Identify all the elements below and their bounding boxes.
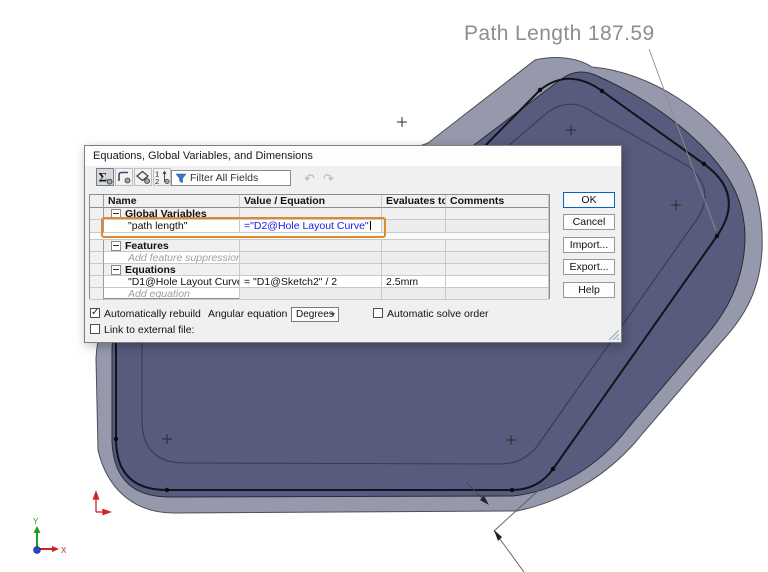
filter-input[interactable] xyxy=(190,172,290,184)
sketch-point[interactable] xyxy=(114,437,118,441)
add-feature-placeholder[interactable]: Add feature suppression xyxy=(104,252,240,264)
export-button[interactable]: Export... xyxy=(563,259,615,275)
evaluates-cell xyxy=(382,220,446,233)
table-row-d1-equation[interactable]: "D1@Hole Layout Curve" = "D1@Sketch2" / … xyxy=(90,276,549,288)
sketch-equation-view-button[interactable] xyxy=(115,168,133,186)
equations-table[interactable]: Name Value / Equation Evaluates to Comme… xyxy=(89,194,550,299)
equation-value-cell[interactable]: = "D1@Sketch2" / 2 xyxy=(240,276,382,288)
sketch-point[interactable] xyxy=(600,89,604,93)
col-header-name[interactable]: Name xyxy=(104,195,240,208)
ok-button[interactable]: OK xyxy=(563,192,615,208)
col-header-value[interactable]: Value / Equation xyxy=(240,195,382,208)
dimension-arrow xyxy=(494,530,502,541)
group-row-equations[interactable]: Equations xyxy=(90,264,549,276)
group-row-global-variables[interactable]: Global Variables xyxy=(90,208,549,220)
import-button[interactable]: Import... xyxy=(563,237,615,253)
comments-cell[interactable] xyxy=(446,220,549,233)
auto-solve-checkbox[interactable] xyxy=(373,308,383,318)
auto-rebuild-checkbox[interactable] xyxy=(90,308,100,318)
sketch-point[interactable] xyxy=(510,488,514,492)
table-row-path-length[interactable]: "path length" ="D2@Hole Layout Curve" xyxy=(90,220,549,233)
solidworks-viewport: Y X Path Length 187.59 Equations, Global… xyxy=(0,0,768,572)
equations-dialog[interactable]: Equations, Global Variables, and Dimensi… xyxy=(84,145,622,343)
dimension-view-button[interactable] xyxy=(134,168,152,186)
col-header-comments[interactable]: Comments xyxy=(446,195,549,208)
arc-center-marker xyxy=(397,117,407,127)
equation-view-button[interactable]: Σ xyxy=(96,168,114,186)
collapse-icon[interactable] xyxy=(111,241,121,251)
auto-solve-label: Automatic solve order xyxy=(387,308,489,320)
dialog-title: Equations, Global Variables, and Dimensi… xyxy=(85,146,621,166)
ordered-view-button[interactable]: 1 2 xyxy=(153,168,171,186)
corner-curve-icon xyxy=(116,169,132,185)
svg-text:2: 2 xyxy=(155,177,159,185)
undo-icon[interactable]: ↶ xyxy=(304,171,315,186)
evaluates-cell: 2.5mm xyxy=(382,276,446,288)
add-equation-placeholder[interactable]: Add equation xyxy=(104,288,240,300)
view-triad[interactable]: Y X xyxy=(33,517,67,555)
angular-units-dropdown[interactable]: Degrees ▾ xyxy=(291,307,339,322)
filter-funnel-icon xyxy=(175,173,187,184)
cancel-button[interactable]: Cancel xyxy=(563,214,615,230)
path-length-dimension-text[interactable]: Path Length 187.59 xyxy=(464,22,655,46)
sketch-point[interactable] xyxy=(702,162,706,166)
resize-grip[interactable] xyxy=(609,330,619,340)
table-row-add-equation[interactable]: Add equation xyxy=(90,288,549,300)
variable-value-cell[interactable]: ="D2@Hole Layout Curve" xyxy=(240,220,382,233)
table-header-row: Name Value / Equation Evaluates to Comme… xyxy=(90,195,549,208)
table-row-add-feature[interactable]: Add feature suppression xyxy=(90,252,549,264)
sigma-icon: Σ xyxy=(97,169,113,185)
help-button[interactable]: Help xyxy=(563,282,615,298)
comments-cell[interactable] xyxy=(446,276,549,288)
link-external-label: Link to external file: xyxy=(104,324,194,336)
triad-y-label: Y xyxy=(33,517,39,526)
sketch-point[interactable] xyxy=(715,234,719,238)
group-row-features[interactable]: Features xyxy=(90,240,549,252)
auto-rebuild-label: Automatically rebuild xyxy=(104,308,201,320)
equation-name-cell[interactable]: "D1@Hole Layout Curve" xyxy=(104,276,240,288)
diamond-icon xyxy=(135,169,151,185)
redo-icon[interactable]: ↷ xyxy=(323,171,334,186)
collapse-icon[interactable] xyxy=(111,265,121,275)
svg-text:Σ: Σ xyxy=(99,170,108,185)
chevron-down-icon: ▾ xyxy=(331,308,335,321)
section-spacer xyxy=(90,233,549,240)
text-cursor xyxy=(370,221,371,230)
sketch-point[interactable] xyxy=(538,88,542,92)
sketch-point[interactable] xyxy=(551,467,555,471)
link-external-checkbox[interactable] xyxy=(90,324,100,334)
sketch-point[interactable] xyxy=(165,488,169,492)
triad-x-label: X xyxy=(61,546,67,555)
triad-origin-dot xyxy=(34,547,41,554)
sketch-origin[interactable] xyxy=(94,492,111,515)
variable-name-cell[interactable]: "path length" xyxy=(104,220,240,233)
col-header-evaluates[interactable]: Evaluates to xyxy=(382,195,446,208)
filter-field[interactable] xyxy=(171,170,291,186)
collapse-icon[interactable] xyxy=(111,209,121,219)
ordered-list-icon: 1 2 xyxy=(154,169,170,185)
